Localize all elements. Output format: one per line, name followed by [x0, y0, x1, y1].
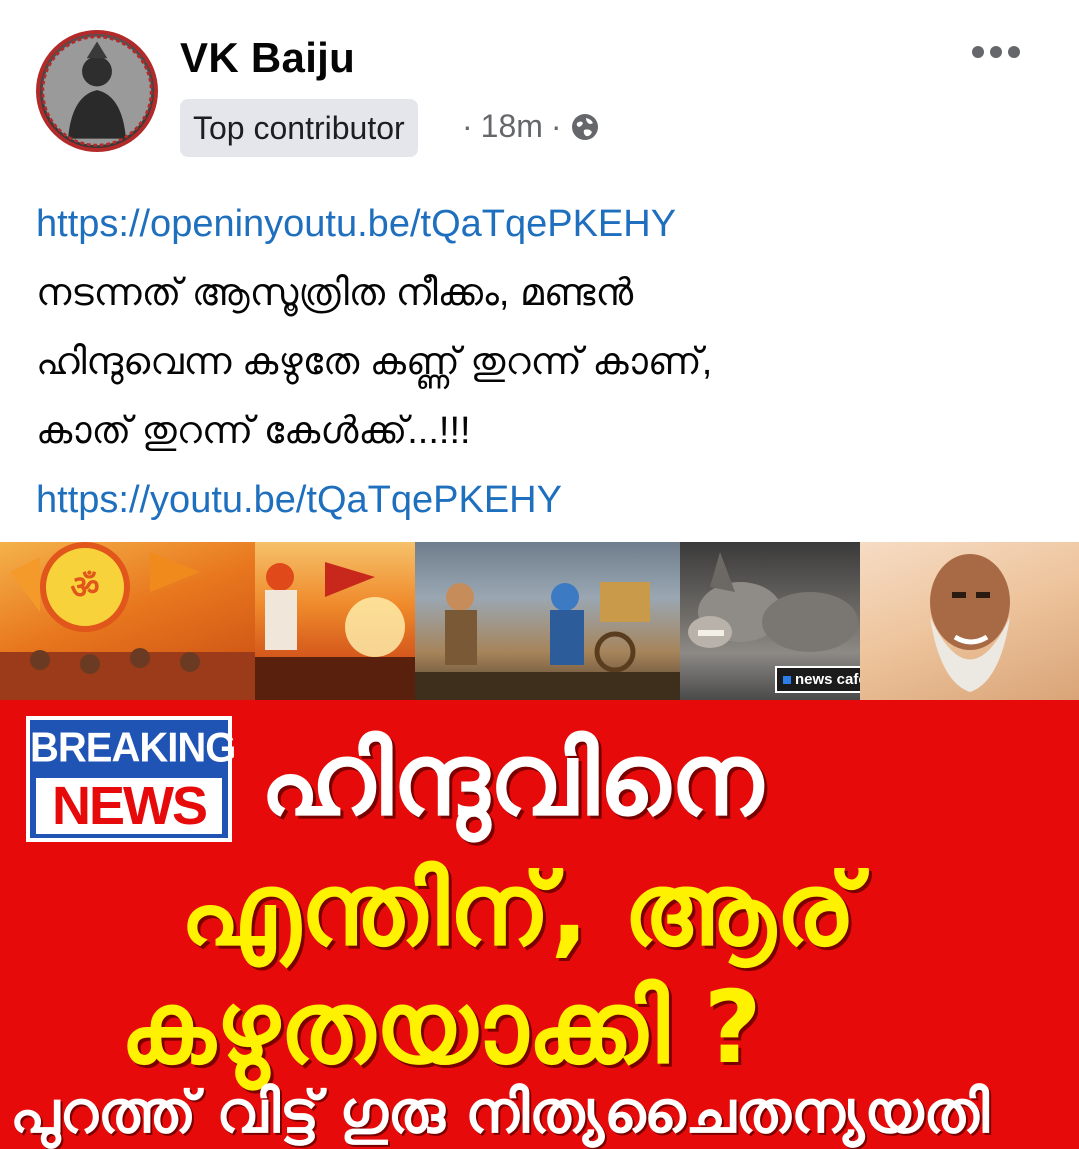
post-media-image[interactable]: ॐ news caf BREAKING NEWS ഹിന്ദുവിനെ എന്ത… — [0, 542, 1079, 1149]
headline-line-3: കഴുതയാക്കി ? — [120, 969, 762, 1086]
post-text-line: ഹിന്ദുവെന്ന കഴുതേ കണ്ണ് തുറന്ന് കാണ്, — [36, 341, 713, 383]
post-link-youtube[interactable]: https://youtu.be/tQaTqePKEHY — [36, 466, 1046, 535]
breaking-news-logo: BREAKING NEWS — [26, 716, 236, 842]
headline-line-4: പുറത്ത് വിട്ട് ഗുരു നിത്യചൈതന്യയതി — [10, 1078, 990, 1146]
donkey-photo: news cafe LIVE — [680, 542, 860, 700]
meta-separator: · — [462, 108, 473, 144]
headline-line-2: എന്തിന്, ആര് — [180, 851, 857, 968]
post-meta: · 18m · — [462, 108, 600, 145]
post-header: VK Baiju Top contributor · 18m · — [0, 0, 1079, 170]
more-options-icon[interactable] — [972, 40, 1026, 64]
thumbnail-strip: ॐ news caf — [0, 542, 1079, 700]
post-text-line: കാത് തുറന്ന് കേൾക്ക്...!!! — [36, 410, 471, 452]
author-name[interactable]: VK Baiju — [180, 34, 355, 82]
saffron-flags-photo: ॐ — [0, 542, 255, 700]
breaking-news-banner: BREAKING NEWS ഹിന്ദുവിനെ എന്തിന്, ആര് കഴ… — [0, 700, 1079, 1149]
top-contributor-badge: Top contributor — [180, 99, 418, 157]
avatar-image — [41, 35, 153, 147]
crowd-flags-photo — [255, 542, 415, 700]
post-time[interactable]: 18m — [481, 108, 543, 145]
news-cafe-live-tag: news cafe LIVE — [775, 666, 860, 693]
headline-line-1: ഹിന്ദുവിനെ — [260, 721, 763, 838]
meta-separator: · — [550, 108, 562, 144]
svg-text:ॐ: ॐ — [70, 568, 99, 606]
breaking-label: BREAKING — [30, 724, 236, 772]
mythology-chariot-art — [415, 542, 680, 700]
post-text: https://openinyoutu.be/tQaTqePKEHY നടന്ന… — [36, 190, 1046, 535]
guru-portrait-photo — [860, 542, 1079, 700]
globe-icon — [570, 112, 600, 142]
post-text-line: നടന്നത് ആസൂത്രിത നീക്കം, മണ്ടൻ — [36, 272, 634, 314]
author-avatar[interactable] — [36, 30, 158, 152]
news-label: NEWS — [36, 778, 222, 834]
post-link-openinyoutube[interactable]: https://openinyoutu.be/tQaTqePKEHY — [36, 190, 1046, 259]
